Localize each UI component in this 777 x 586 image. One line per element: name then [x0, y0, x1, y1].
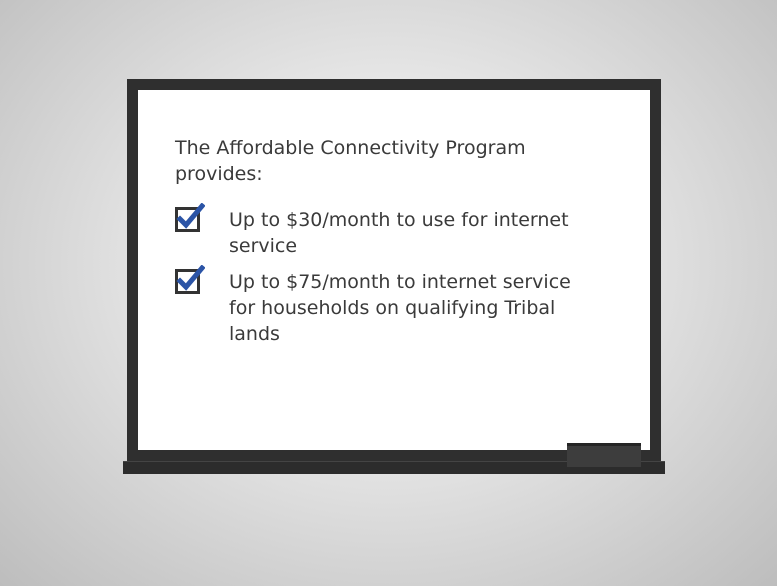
whiteboard-surface: The Affordable Connectivity Program prov… — [138, 90, 650, 450]
list-item-text: Up to $75/month to internet service for … — [229, 271, 571, 345]
whiteboard-frame: The Affordable Connectivity Program prov… — [127, 79, 661, 461]
checkbox-checked-icon — [175, 203, 205, 233]
list-item-text: Up to $30/month to use for internet serv… — [229, 209, 569, 257]
list-item: Up to $75/month to internet service for … — [175, 265, 616, 347]
checkbox-checked-icon — [175, 265, 205, 295]
whiteboard-heading: The Affordable Connectivity Program prov… — [175, 137, 526, 185]
list-item: Up to $30/month to use for internet serv… — [175, 203, 616, 259]
eraser-icon — [567, 443, 641, 467]
